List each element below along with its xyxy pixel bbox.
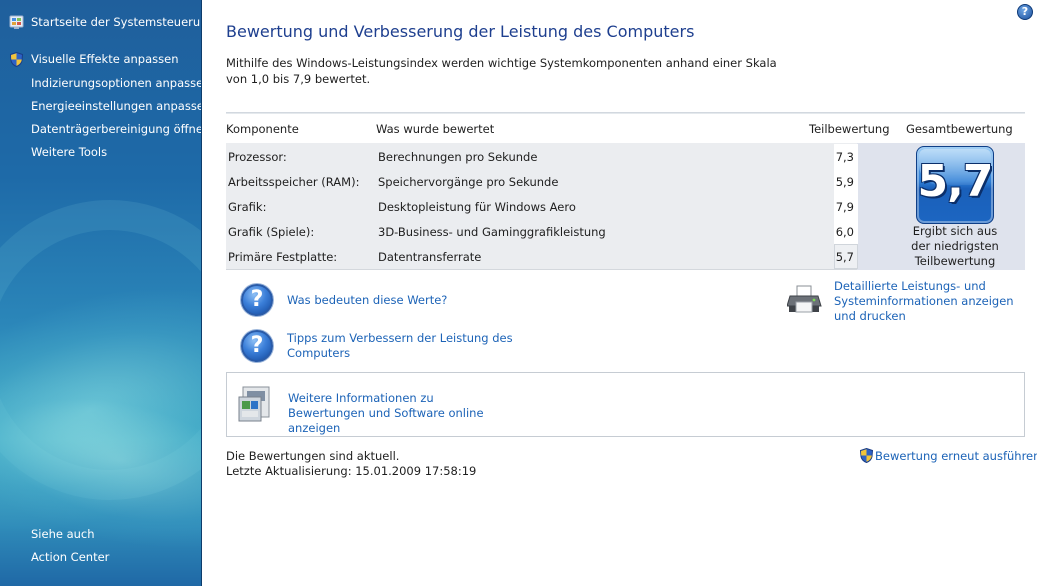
table-row: Grafik (Spiele): 3D-Business- und Gaming… <box>226 219 858 244</box>
sidebar-home-link[interactable]: Startseite der Systemsteuerung <box>31 15 201 29</box>
component-label: Arbeitsspeicher (RAM): <box>228 175 360 189</box>
software-box-icon <box>238 386 270 422</box>
rated-label: Berechnungen pro Sekunde <box>378 150 538 164</box>
subscore-value: 7,3 <box>835 150 854 164</box>
sidebar-item-action-center[interactable]: Action Center <box>31 550 109 564</box>
table-row: Arbeitsspeicher (RAM): Speichervorgänge … <box>226 169 858 194</box>
question-icon[interactable]: ? <box>241 330 273 362</box>
sidebar-item-visual-effects[interactable]: Visuelle Effekte anpassen <box>31 52 178 66</box>
online-info-box: Weitere Informationen zu Bewertungen und… <box>226 372 1025 437</box>
rated-label: Datentransferrate <box>378 250 482 264</box>
column-header-base-score: Gesamtbewertung <box>906 122 1013 136</box>
sidebar-item-advanced-tools[interactable]: Weitere Tools <box>31 145 107 159</box>
uac-shield-icon <box>9 52 24 67</box>
what-mean-link[interactable]: Was bedeuten diese Werte? <box>287 293 447 307</box>
component-label: Primäre Festplatte: <box>228 250 338 264</box>
uac-shield-icon <box>859 448 874 463</box>
column-header-rated: Was wurde bewertet <box>376 122 495 136</box>
intro-text: Mithilfe des Windows-Leistungsindex werd… <box>226 56 777 86</box>
subscore-value: 5,7 <box>835 250 854 264</box>
question-icon[interactable]: ? <box>241 284 273 316</box>
subscore-value: 7,9 <box>835 200 854 214</box>
help-icon[interactable]: ? <box>1017 4 1033 20</box>
sidebar-item-disk-cleanup[interactable]: Datenträgerbereinigung öffnen <box>31 122 201 136</box>
rerun-assessment-link[interactable]: Bewertung erneut ausführen <box>875 449 1037 463</box>
base-score-value: 5,7 <box>917 156 993 207</box>
see-also-heading: Siehe auch <box>31 527 95 541</box>
online-info-link[interactable]: Weitere Informationen zu Bewertungen und… <box>288 391 508 436</box>
page-title: Bewertung und Verbesserung der Leistung … <box>226 22 695 41</box>
control-panel-icon <box>9 15 24 29</box>
rated-label: 3D-Business- und Gaminggrafikleistung <box>378 225 606 239</box>
divider <box>226 112 1025 114</box>
base-score-badge: 5,7 <box>916 146 994 224</box>
component-label: Grafik: <box>228 200 267 214</box>
sidebar-item-indexing[interactable]: Indizierungsoptionen anpassen <box>31 76 201 90</box>
column-header-subscore: Teilbewertung <box>809 122 890 136</box>
printer-icon[interactable] <box>787 284 823 316</box>
tips-link[interactable]: Tipps zum Verbessern der Leistung des Co… <box>287 331 517 361</box>
details-link[interactable]: Detaillierte Leistungs- und Systeminform… <box>834 279 1029 324</box>
table-row: Prozessor: Berechnungen pro Sekunde 7,3 <box>226 144 858 169</box>
component-label: Grafik (Spiele): <box>228 225 315 239</box>
column-header-component: Komponente <box>226 122 299 136</box>
status-current: Die Bewertungen sind aktuell. <box>226 449 400 463</box>
sidebar: Startseite der Systemsteuerung Visuelle … <box>0 0 202 586</box>
main-content: ? Bewertung und Verbesserung der Leistun… <box>203 0 1037 586</box>
rated-label: Desktopleistung für Windows Aero <box>378 200 576 214</box>
subscore-value: 5,9 <box>835 175 854 189</box>
status-last-update: Letzte Aktualisierung: 15.01.2009 17:58:… <box>226 464 477 478</box>
table-row: Grafik: Desktopleistung für Windows Aero… <box>226 194 858 219</box>
subscore-value: 6,0 <box>835 225 854 239</box>
sidebar-item-power[interactable]: Energieeinstellungen anpassen <box>31 99 201 113</box>
table-row: Primäre Festplatte: Datentransferrate 5,… <box>226 244 858 269</box>
base-score-caption: Ergibt sich aus der niedrigsten Teilbewe… <box>911 224 999 268</box>
component-label: Prozessor: <box>228 150 287 164</box>
rated-label: Speichervorgänge pro Sekunde <box>378 175 559 189</box>
